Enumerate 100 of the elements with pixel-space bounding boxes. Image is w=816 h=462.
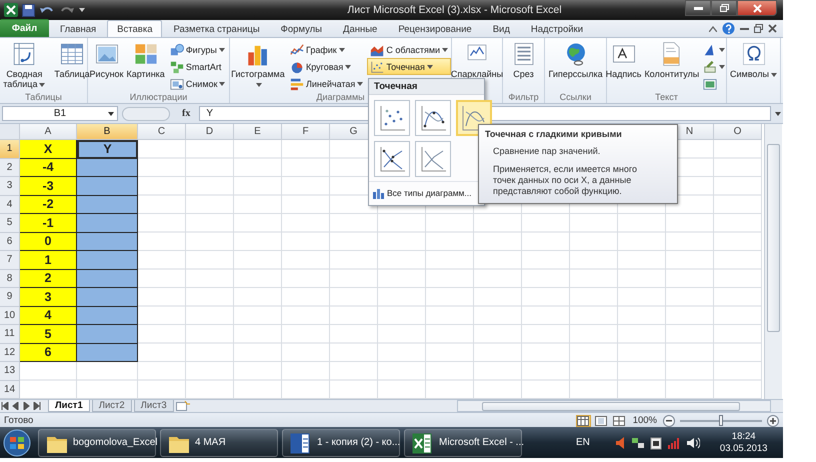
ribbon-tab[interactable]: Данные: [333, 20, 388, 37]
document-app-icon: [289, 430, 311, 454]
minimize-button[interactable]: [685, 0, 711, 16]
column-header[interactable]: A: [20, 124, 77, 140]
sparkline-button[interactable]: Спарклайны: [450, 40, 504, 80]
pie-chart-button[interactable]: Круговая: [286, 58, 366, 75]
slicer-button[interactable]: Срез: [510, 40, 538, 80]
ribbon-tab[interactable]: Главная: [50, 20, 106, 37]
shapes-button[interactable]: Фигуры: [166, 41, 228, 58]
help-icon[interactable]: [722, 22, 735, 35]
caret-icon: [256, 82, 262, 87]
sheet-tab[interactable]: Лист2: [92, 400, 132, 412]
row-header[interactable]: 3: [0, 177, 20, 196]
row-header[interactable]: 8: [0, 270, 20, 288]
omega-button[interactable]: Символы: [729, 40, 778, 80]
normal-view-button[interactable]: [576, 414, 591, 426]
sheet-tab[interactable]: Лист3: [134, 400, 174, 412]
row-header[interactable]: 12: [0, 344, 20, 362]
insert-sheet-icon[interactable]: [176, 401, 190, 411]
row-header[interactable]: 10: [0, 306, 20, 325]
bar-chart-button[interactable]: Линейчатая: [286, 75, 366, 92]
row-header[interactable]: 7: [0, 251, 20, 270]
ribbon-tab[interactable]: Разметка страницы: [163, 20, 270, 37]
close-icon[interactable]: [768, 24, 777, 33]
ribbon-tab[interactable]: Вставка: [107, 20, 162, 37]
all-chart-types-link[interactable]: Все типы диаграмм...: [387, 188, 472, 198]
insert-function-button[interactable]: fx: [177, 108, 196, 119]
zoom-out-button[interactable]: [663, 414, 675, 426]
clipboard-icon[interactable]: [650, 436, 662, 450]
row-header[interactable]: 4: [0, 196, 20, 214]
horizontal-scrollbar[interactable]: [457, 400, 771, 412]
zoom-in-button[interactable]: [767, 414, 779, 426]
caret-icon: [442, 48, 448, 52]
screenshot-button[interactable]: Снимок: [166, 75, 228, 92]
file-tab[interactable]: Файл: [0, 19, 49, 37]
group-label: Иллюстрации: [128, 91, 188, 103]
clock-date[interactable]: 03.05.2013: [720, 442, 768, 454]
ribbon-tab[interactable]: Формулы: [270, 20, 332, 37]
speaker-warning-icon[interactable]: [614, 436, 626, 450]
save-icon[interactable]: [22, 4, 35, 16]
page-button[interactable]: Колонтитулы: [643, 40, 700, 80]
chart-type-option[interactable]: [374, 100, 410, 136]
area-chart-button[interactable]: С областями: [367, 41, 452, 58]
line-chart-button[interactable]: График: [286, 41, 366, 58]
column-header[interactable]: B: [77, 124, 138, 140]
formula-buttons: [122, 106, 170, 120]
restore-icon[interactable]: [754, 24, 763, 33]
taskbar-button[interactable]: bogomolova_Excel: [38, 428, 156, 456]
picture-button[interactable]: Рисунок: [88, 40, 124, 80]
scatter-chart-button[interactable]: Точечная: [367, 58, 452, 75]
slider-thumb[interactable]: [719, 415, 723, 426]
close-button[interactable]: [737, 0, 777, 16]
ribbon-tab[interactable]: Вид: [482, 20, 520, 37]
column-header[interactable]: C: [138, 124, 186, 140]
spreadsheet-logo-icon[interactable]: [4, 3, 18, 17]
sheet-tab[interactable]: Лист1: [48, 400, 90, 412]
zoom-level[interactable]: 100%: [630, 415, 660, 426]
row-header[interactable]: 11: [0, 325, 20, 344]
network-icon[interactable]: [630, 436, 645, 450]
row-header[interactable]: 13: [0, 362, 20, 380]
row-header[interactable]: 1: [0, 140, 20, 158]
column-header[interactable]: E: [234, 124, 282, 140]
signal-bars-icon[interactable]: [666, 436, 681, 448]
column-chart-button[interactable]: Гистограмма: [230, 40, 286, 90]
clip-art-button[interactable]: Картинка: [126, 40, 166, 80]
text-box-button[interactable]: Надпись: [604, 40, 642, 80]
volume-icon[interactable]: [686, 436, 700, 448]
globe-button[interactable]: Гиперссылка: [548, 40, 604, 80]
table-button[interactable]: Таблица: [53, 40, 91, 80]
diagram-blocks-icon: [170, 60, 184, 74]
name-box[interactable]: B1: [2, 106, 118, 121]
taskbar-button[interactable]: 1 - копия (2) - ко...: [282, 428, 400, 456]
screenshot-icon: [170, 76, 184, 90]
ribbon-tab[interactable]: Рецензирование: [388, 20, 482, 37]
row-header[interactable]: 2: [0, 158, 20, 177]
taskbar-button[interactable]: Microsoft Excel - ...: [404, 428, 522, 456]
chart-type-option[interactable]: [415, 100, 451, 136]
row-header[interactable]: 6: [0, 232, 20, 251]
column-header[interactable]: D: [186, 124, 234, 140]
row-header[interactable]: 9: [0, 288, 20, 306]
collapse-ribbon-icon[interactable]: [709, 26, 717, 32]
column-header[interactable]: O: [714, 124, 762, 140]
page-break-button[interactable]: [612, 414, 627, 426]
row-header[interactable]: 14: [0, 380, 20, 399]
vertical-scrollbar[interactable]: [764, 124, 782, 399]
taskbar-button[interactable]: 4 МАЯ: [160, 428, 278, 456]
row-header[interactable]: 5: [0, 214, 20, 232]
chart-type-option[interactable]: [415, 141, 451, 177]
page-layout-button[interactable]: [594, 414, 609, 426]
column-header[interactable]: F: [282, 124, 330, 140]
ribbon-tab[interactable]: Надстройки: [520, 20, 594, 37]
chart-type-option[interactable]: [374, 141, 410, 177]
clock-time[interactable]: 18:24: [732, 430, 756, 442]
caret-icon: [770, 72, 777, 77]
diagram-blocks-button[interactable]: SmartArt: [166, 58, 228, 75]
language-indicator[interactable]: EN: [576, 437, 590, 448]
table-cell: -3: [20, 177, 77, 196]
pivot-table-button[interactable]: Сводная таблица: [0, 40, 52, 90]
restore-button[interactable]: [711, 0, 737, 16]
caret-icon: [357, 82, 364, 86]
